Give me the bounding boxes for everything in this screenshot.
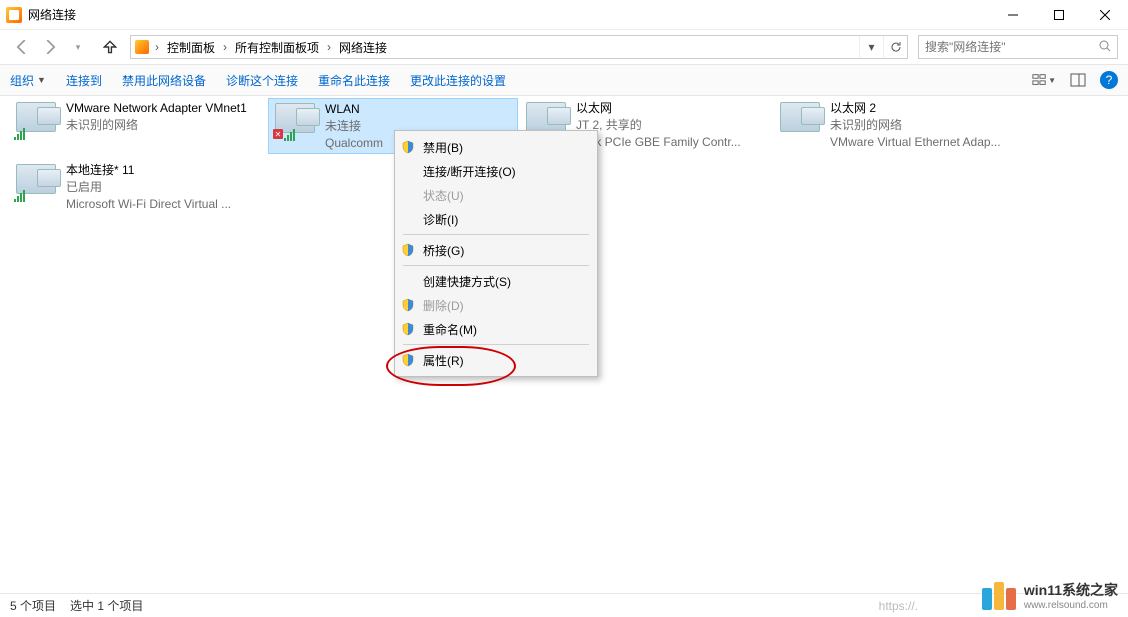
watermark-title: win11系统之家 (1024, 580, 1118, 600)
adapter-device: Qualcomm (325, 135, 383, 152)
connect-to-button[interactable]: 连接到 (66, 72, 102, 89)
up-button[interactable] (98, 35, 122, 59)
shield-icon (401, 322, 415, 336)
chevron-right-icon: › (221, 40, 229, 54)
watermark-logo (982, 582, 1016, 610)
app-icon (6, 7, 22, 23)
back-button[interactable] (10, 35, 34, 59)
menu-separator (403, 265, 589, 266)
status-bar: 5 个项目 选中 1 个项目 https://. (0, 593, 1128, 617)
search-box[interactable] (918, 35, 1118, 59)
search-icon[interactable] (1099, 40, 1111, 55)
status-count: 5 个项目 (10, 597, 56, 614)
chevron-right-icon: › (153, 40, 161, 54)
address-bar[interactable]: › 控制面板 › 所有控制面板项 › 网络连接 ▾ (130, 35, 908, 59)
adapter-item-ethernet2[interactable]: 以太网 2 未识别的网络 VMware Virtual Ethernet Ada… (774, 98, 1024, 154)
watermark: win11系统之家 www.relsound.com (982, 580, 1118, 611)
status-url-hint: https://. (879, 599, 918, 613)
adapter-status: 已启用 (66, 179, 231, 196)
menu-disable[interactable]: 禁用(B) (395, 135, 597, 159)
watermark-url: www.relsound.com (1024, 600, 1118, 611)
organize-button[interactable]: 组织▼ (10, 72, 46, 89)
menu-status: 状态(U) (395, 183, 597, 207)
context-menu: 禁用(B) 连接/断开连接(O) 状态(U) 诊断(I) 桥接(G) 创建快捷方… (394, 130, 598, 377)
rename-button[interactable]: 重命名此连接 (318, 72, 390, 89)
shield-icon (401, 243, 415, 257)
menu-shortcut[interactable]: 创建快捷方式(S) (395, 269, 597, 293)
preview-pane-button[interactable] (1066, 68, 1090, 92)
adapter-name: 以太网 2 (830, 100, 1001, 117)
adapter-name: 本地连接* 11 (66, 162, 231, 179)
menu-connect[interactable]: 连接/断开连接(O) (395, 159, 597, 183)
shield-icon (401, 353, 415, 367)
recent-dropdown[interactable]: ▾ (66, 35, 90, 59)
window-controls (990, 0, 1128, 30)
adapter-status: 未识别的网络 (830, 117, 1001, 134)
location-icon (131, 36, 153, 58)
adapter-name: WLAN (325, 101, 383, 118)
adapter-name: 以太网 (576, 100, 741, 117)
search-input[interactable] (925, 40, 1099, 54)
window-title: 网络连接 (28, 6, 990, 23)
address-dropdown[interactable]: ▾ (859, 36, 883, 58)
breadcrumb-leaf[interactable]: 网络连接 (333, 36, 393, 58)
breadcrumb-root[interactable]: 控制面板 (161, 36, 221, 58)
minimize-button[interactable] (990, 0, 1036, 30)
adapter-status: 未连接 (325, 118, 383, 135)
breadcrumb-mid[interactable]: 所有控制面板项 (229, 36, 325, 58)
adapter-item-vmnet1[interactable]: VMware Network Adapter VMnet1 未识别的网络 (10, 98, 260, 154)
help-button[interactable]: ? (1100, 71, 1118, 89)
change-settings-button[interactable]: 更改此连接的设置 (410, 72, 506, 89)
close-button[interactable] (1082, 0, 1128, 30)
refresh-button[interactable] (883, 36, 907, 58)
maximize-button[interactable] (1036, 0, 1082, 30)
adapter-status: 未识别的网络 (66, 117, 247, 134)
menu-separator (403, 234, 589, 235)
menu-bridge[interactable]: 桥接(G) (395, 238, 597, 262)
titlebar: 网络连接 (0, 0, 1128, 30)
adapter-device: altek PCIe GBE Family Contr... (576, 134, 741, 151)
menu-rename[interactable]: 重命名(M) (395, 317, 597, 341)
shield-icon (401, 140, 415, 154)
disable-device-button[interactable]: 禁用此网络设备 (122, 72, 206, 89)
adapter-status: JT 2, 共享的 (576, 117, 741, 134)
diagnose-button[interactable]: 诊断这个连接 (226, 72, 298, 89)
shield-icon (401, 298, 415, 312)
chevron-right-icon: › (325, 40, 333, 54)
adapter-device: Microsoft Wi-Fi Direct Virtual ... (66, 196, 231, 213)
forward-button[interactable] (38, 35, 62, 59)
adapter-item-local11[interactable]: 本地连接* 11 已启用 Microsoft Wi-Fi Direct Virt… (10, 160, 260, 216)
adapter-name: VMware Network Adapter VMnet1 (66, 100, 247, 117)
menu-separator (403, 344, 589, 345)
toolbar: 组织▼ 连接到 禁用此网络设备 诊断这个连接 重命名此连接 更改此连接的设置 ▼… (0, 64, 1128, 96)
menu-diagnose[interactable]: 诊断(I) (395, 207, 597, 231)
menu-properties[interactable]: 属性(R) (395, 348, 597, 372)
address-row: ▾ › 控制面板 › 所有控制面板项 › 网络连接 ▾ (0, 30, 1128, 64)
adapter-device: VMware Virtual Ethernet Adap... (830, 134, 1001, 151)
menu-delete: 删除(D) (395, 293, 597, 317)
status-selected: 选中 1 个项目 (70, 597, 143, 614)
view-options-button[interactable]: ▼ (1032, 68, 1056, 92)
